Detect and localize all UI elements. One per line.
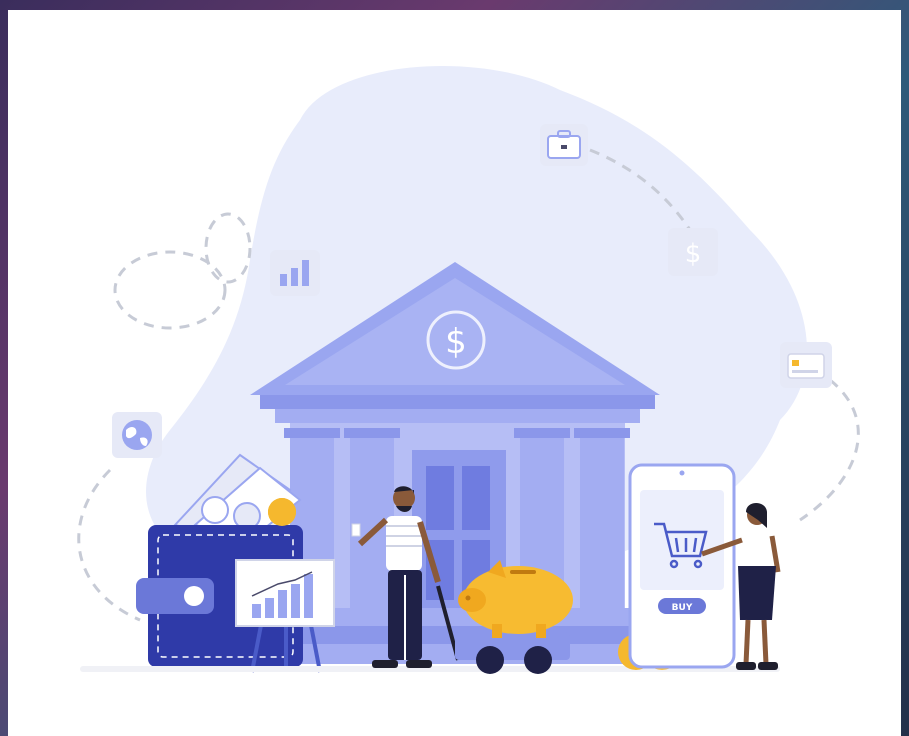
globe-icon	[112, 412, 162, 458]
smartphone: BUY	[628, 463, 736, 669]
briefcase-icon	[540, 124, 588, 166]
svg-text:$: $	[685, 239, 702, 269]
bar-chart-icon	[270, 250, 320, 296]
credit-card-icon	[780, 342, 832, 388]
buy-button-label: BUY	[672, 603, 693, 613]
bank-dollar-symbol: $	[445, 322, 467, 362]
dollar-icon: $	[668, 228, 718, 276]
wallet-coin	[268, 498, 296, 526]
banking-illustration: $ $ BUY	[77, 66, 860, 674]
